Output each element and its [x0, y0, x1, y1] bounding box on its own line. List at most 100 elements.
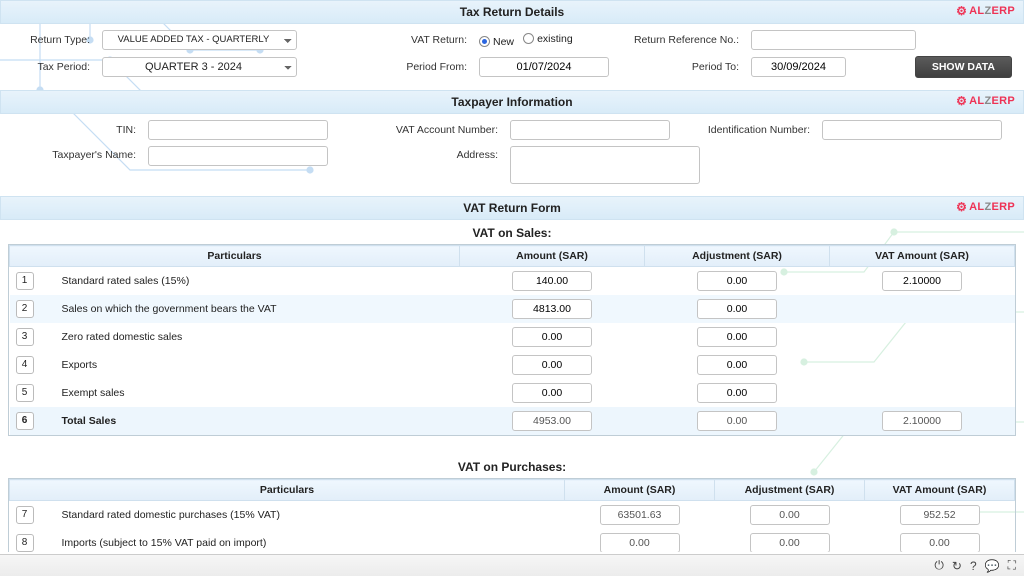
status-bar: ⏻ ↻ ? 💬 ⛶ — [0, 554, 1024, 576]
taxpayer-info-header: Taxpayer Information ⚙ ALZERP — [0, 90, 1024, 114]
col-vat: VAT Amount (SAR) — [830, 246, 1015, 267]
amount-input — [882, 411, 962, 431]
return-type-select[interactable]: VALUE ADDED TAX - QUARTERLY — [102, 30, 297, 50]
particulars-cell: Exempt sales — [56, 379, 460, 407]
table-row: 1 Standard rated sales (15%) — [10, 267, 1015, 296]
amount-input[interactable] — [697, 355, 777, 375]
amount-input[interactable] — [512, 355, 592, 375]
tax-period-label: Tax Period: — [12, 61, 96, 73]
address-input[interactable] — [510, 146, 700, 184]
period-to-label: Period To: — [615, 61, 745, 73]
table-row: 3 Zero rated domestic sales — [10, 323, 1015, 351]
section-title: Tax Return Details — [460, 5, 564, 19]
return-type-label: Return Type: — [12, 34, 96, 46]
vat-return-form-header: VAT Return Form ⚙ ALZERP — [0, 196, 1024, 220]
particulars-cell: Sales on which the government bears the … — [56, 295, 460, 323]
row-number: 1 — [16, 272, 34, 290]
table-row: 4 Exports — [10, 351, 1015, 379]
brand-logo-icon: ⚙ — [956, 94, 967, 108]
amount-input[interactable] — [512, 327, 592, 347]
row-number: 2 — [16, 300, 34, 318]
vat-on-purchases-table: Particulars Amount (SAR) Adjustment (SAR… — [9, 479, 1015, 552]
particulars-cell: Imports (subject to 15% VAT paid on impo… — [56, 529, 565, 552]
table-row: 2 Sales on which the government bears the… — [10, 295, 1015, 323]
section-title: VAT Return Form — [463, 201, 561, 215]
power-icon[interactable]: ⏻ — [934, 558, 944, 573]
row-number: 6 — [16, 412, 34, 430]
table-row: 7 Standard rated domestic purchases (15% … — [10, 501, 1015, 530]
radio-dot-icon — [523, 33, 534, 44]
vat-account-label: VAT Account Number: — [334, 124, 504, 136]
amount-input[interactable] — [697, 299, 777, 319]
refresh-icon[interactable]: ↻ — [952, 559, 962, 573]
reference-no-label: Return Reference No.: — [615, 34, 745, 46]
col-adjustment: Adjustment (SAR) — [715, 480, 865, 501]
row-number: 8 — [16, 534, 34, 552]
taxpayer-name-label: Taxpayer's Name: — [12, 146, 142, 161]
brand-logo-icon: ⚙ — [956, 4, 967, 18]
brand-badge: ⚙ ALZERP — [956, 94, 1015, 108]
brand-badge: ⚙ ALZERP — [956, 4, 1015, 18]
amount-input — [900, 533, 980, 552]
vat-account-input[interactable] — [510, 120, 670, 140]
vat-on-sales-table: Particulars Amount (SAR) Adjustment (SAR… — [9, 245, 1015, 435]
vat-return-label: VAT Return: — [303, 34, 473, 46]
amount-input[interactable] — [512, 271, 592, 291]
reference-no-input[interactable] — [751, 30, 916, 50]
col-amount: Amount (SAR) — [565, 480, 715, 501]
row-number: 4 — [16, 356, 34, 374]
fullscreen-icon[interactable]: ⛶ — [1008, 558, 1016, 573]
taxpayer-name-input[interactable] — [148, 146, 328, 166]
amount-input — [600, 533, 680, 552]
col-particulars: Particulars — [10, 480, 565, 501]
tax-period-select[interactable]: QUARTER 3 - 2024 — [102, 57, 297, 77]
amount-input — [512, 411, 592, 431]
row-number: 7 — [16, 506, 34, 524]
section-title: Taxpayer Information — [451, 95, 572, 109]
amount-input[interactable] — [697, 383, 777, 403]
identification-label: Identification Number: — [676, 124, 816, 136]
brand-badge: ⚙ ALZERP — [956, 200, 1015, 214]
show-data-button[interactable]: SHOW DATA — [915, 56, 1012, 78]
col-particulars: Particulars — [10, 246, 460, 267]
period-from-input[interactable] — [479, 57, 609, 77]
row-number: 3 — [16, 328, 34, 346]
table-row: 6 Total Sales — [10, 407, 1015, 435]
col-amount: Amount (SAR) — [460, 246, 645, 267]
row-number: 5 — [16, 384, 34, 402]
tin-label: TIN: — [12, 124, 142, 136]
particulars-cell: Standard rated domestic purchases (15% V… — [56, 501, 565, 530]
help-icon[interactable]: ? — [970, 559, 977, 573]
period-from-label: Period From: — [303, 61, 473, 73]
amount-input[interactable] — [697, 271, 777, 291]
address-label: Address: — [334, 146, 504, 161]
vat-on-purchases-title: VAT on Purchases: — [8, 454, 1016, 478]
tax-return-details-body: Return Type: VALUE ADDED TAX - QUARTERLY… — [0, 24, 1024, 90]
particulars-cell: Exports — [56, 351, 460, 379]
particulars-cell: Standard rated sales (15%) — [56, 267, 460, 296]
amount-input — [600, 505, 680, 525]
amount-input — [750, 505, 830, 525]
vat-return-existing-radio[interactable]: existing — [523, 33, 573, 45]
table-row: 5 Exempt sales — [10, 379, 1015, 407]
vat-return-new-radio[interactable]: New — [479, 36, 514, 48]
period-to-input[interactable] — [751, 57, 846, 77]
particulars-cell: Total Sales — [56, 407, 460, 435]
amount-input — [900, 505, 980, 525]
radio-dot-icon — [479, 36, 490, 47]
table-row: 8 Imports (subject to 15% VAT paid on imp… — [10, 529, 1015, 552]
amount-input[interactable] — [697, 327, 777, 347]
col-vat: VAT Amount (SAR) — [865, 480, 1015, 501]
identification-input[interactable] — [822, 120, 1002, 140]
tin-input[interactable] — [148, 120, 328, 140]
taxpayer-info-body: TIN: VAT Account Number: Identification … — [0, 114, 1024, 196]
amount-input[interactable] — [882, 271, 962, 291]
amount-input — [750, 533, 830, 552]
brand-logo-icon: ⚙ — [956, 200, 967, 214]
vat-on-sales-title: VAT on Sales: — [8, 220, 1016, 244]
amount-input[interactable] — [512, 383, 592, 403]
tax-return-details-header: Tax Return Details ⚙ ALZERP — [0, 0, 1024, 24]
amount-input[interactable] — [512, 299, 592, 319]
chat-icon[interactable]: 💬 — [985, 559, 1000, 573]
particulars-cell: Zero rated domestic sales — [56, 323, 460, 351]
